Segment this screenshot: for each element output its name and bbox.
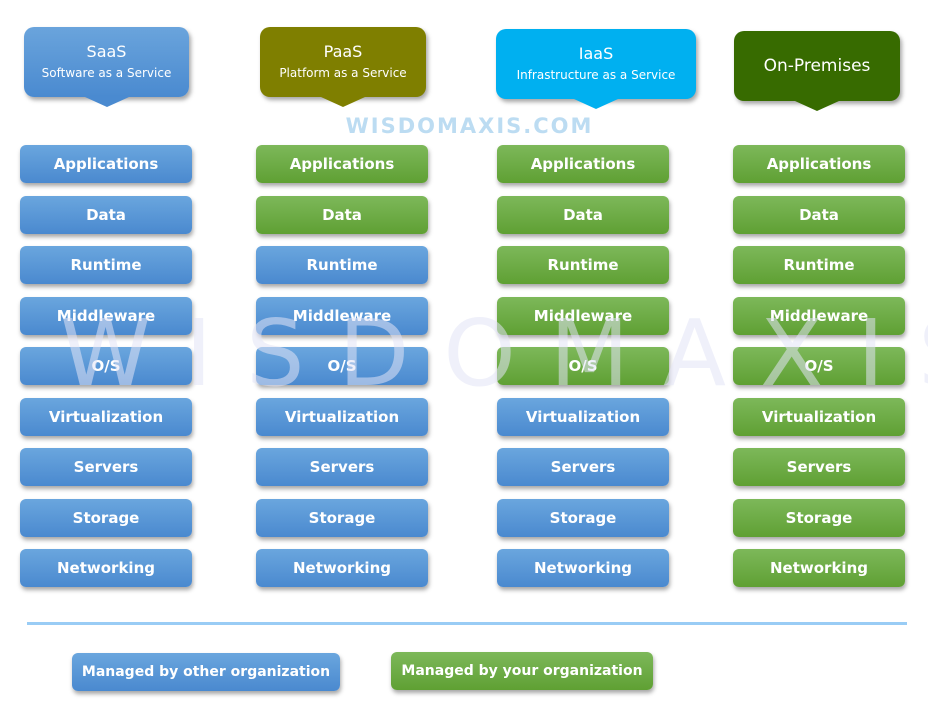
layer-storage: Storage [256, 498, 428, 537]
layer-data: Data [497, 195, 669, 234]
header-saas: SaaS Software as a Service [24, 27, 189, 107]
layer-storage: Storage [497, 498, 669, 537]
layer-networking: Networking [256, 549, 428, 587]
layer-servers: Servers [256, 448, 428, 486]
header-title: On-Premises [763, 56, 871, 76]
layer-virtualization: Virtualization [256, 397, 428, 436]
layer-networking: Networking [733, 549, 905, 587]
layer-runtime: Runtime [256, 246, 428, 284]
divider [27, 622, 907, 625]
layer-o-s: O/S [256, 347, 428, 385]
header-subtitle: Platform as a Service [279, 66, 407, 80]
legend-managed-by-other: Managed by other organization [72, 653, 340, 691]
header-title: PaaS [323, 42, 363, 61]
legend-managed-by-yours: Managed by your organization [391, 652, 653, 690]
header-subtitle: Software as a Service [41, 66, 172, 80]
layer-servers: Servers [733, 448, 905, 486]
layer-o-s: O/S [497, 347, 669, 385]
column-saas: Applications Data Runtime Middleware O/S Virt… [20, 145, 192, 600]
layer-data: Data [256, 195, 428, 234]
layer-middleware: Middleware [256, 296, 428, 335]
layer-virtualization: Virtualization [497, 397, 669, 436]
layer-middleware: Middleware [20, 296, 192, 335]
layer-storage: Storage [20, 498, 192, 537]
column-iaas: Applications Data Runtime Middleware O/S Virt… [497, 145, 669, 600]
layer-applications: Applications [497, 145, 669, 183]
layer-virtualization: Virtualization [733, 397, 905, 436]
layer-o-s: O/S [20, 347, 192, 385]
header-title: IaaS [578, 44, 614, 63]
header-on-premises: On-Premises [734, 31, 900, 111]
layer-runtime: Runtime [733, 246, 905, 284]
layer-middleware: Middleware [733, 296, 905, 335]
layer-o-s: O/S [733, 347, 905, 385]
layer-middleware: Middleware [497, 296, 669, 335]
layer-applications: Applications [20, 145, 192, 183]
header-title: SaaS [86, 42, 127, 61]
layer-storage: Storage [733, 498, 905, 537]
layer-networking: Networking [20, 549, 192, 587]
layer-networking: Networking [497, 549, 669, 587]
header-paas: PaaS Platform as a Service [260, 27, 426, 107]
column-paas: Applications Data Runtime Middleware O/S Virt… [256, 145, 428, 600]
layer-servers: Servers [497, 448, 669, 486]
header-iaas: IaaS Infrastructure as a Service [496, 29, 696, 109]
layer-applications: Applications [256, 145, 428, 183]
layer-runtime: Runtime [497, 246, 669, 284]
layer-data: Data [733, 195, 905, 234]
header-subtitle: Infrastructure as a Service [516, 68, 676, 82]
layer-servers: Servers [20, 448, 192, 486]
layer-virtualization: Virtualization [20, 397, 192, 436]
layer-data: Data [20, 195, 192, 234]
watermark-url: WISDOMAXIS.COM [345, 114, 594, 138]
layer-runtime: Runtime [20, 246, 192, 284]
column-on-premises: Applications Data Runtime Middleware O/S Virt… [733, 145, 905, 600]
layer-applications: Applications [733, 145, 905, 183]
